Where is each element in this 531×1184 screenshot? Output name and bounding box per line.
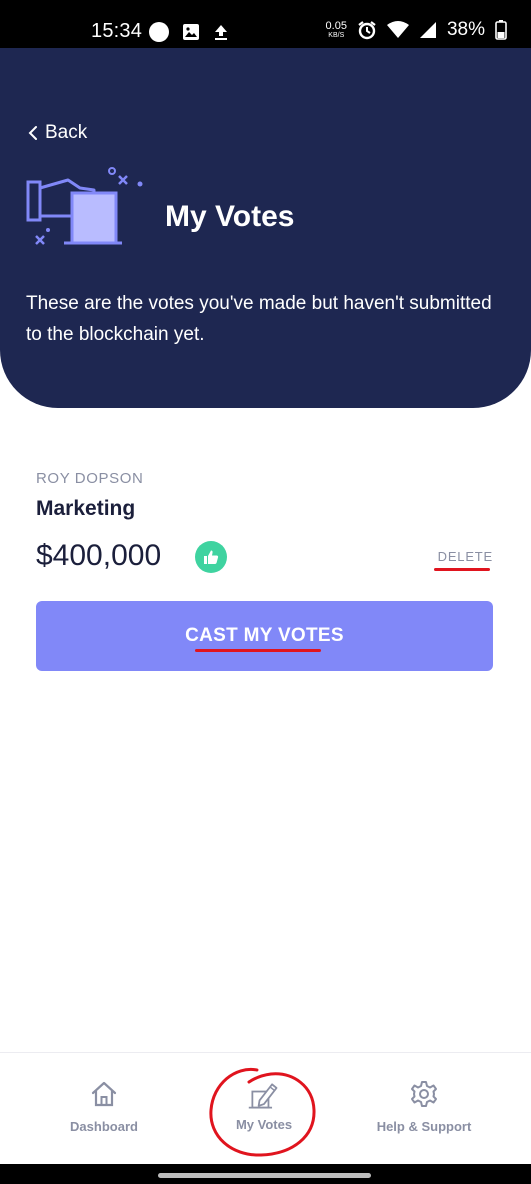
ballot-box-illustration-icon [26,167,143,245]
alarm-icon [358,21,376,40]
nav-label-dashboard: Dashboard [70,1119,138,1134]
annotation-underline-delete [434,568,490,571]
thumbs-up-glyph [204,550,219,564]
chevron-left-icon [28,126,37,140]
notification-icons [148,21,230,43]
home-gesture-handle[interactable] [158,1173,371,1178]
status-time: 15:34 [91,20,143,42]
wifi-icon [386,21,409,38]
page-header: Back My Votes These are the votes you've… [0,48,531,408]
cast-votes-button[interactable]: CAST MY VOTES [36,601,493,671]
circle-notification-icon [149,22,169,42]
status-right: 0.05 KB/S 38% [326,19,507,41]
back-button[interactable]: Back [28,122,87,144]
nav-item-dashboard[interactable]: Dashboard [54,1053,154,1165]
battery-icon [495,20,507,40]
upload-icon [215,25,227,40]
vote-amount: $400,000 [36,539,162,572]
page-subtitle: These are the votes you've made but have… [26,293,492,345]
image-notification-icon [183,24,199,40]
delete-button[interactable]: DELETE [438,549,493,564]
cell-signal-icon [419,22,436,38]
gesture-bar [0,1164,531,1184]
annotation-underline-cast [195,649,321,652]
gear-icon [407,1079,441,1111]
status-bar: 15:34 0.05 KB/S 38% [0,0,531,48]
thumbs-up-icon [195,541,227,573]
battery-percent: 38% [446,19,485,40]
home-icon [87,1079,121,1111]
vote-author: ROY DOPSON [36,470,144,487]
network-speed: 0.05 KB/S [325,19,347,39]
annotation-circle [209,1067,316,1157]
back-label: Back [45,122,88,143]
vote-project: Marketing [36,497,136,520]
nav-label-help-support: Help & Support [376,1119,472,1134]
nav-item-help-support[interactable]: Help & Support [364,1053,484,1165]
page-title: My Votes [165,200,295,233]
